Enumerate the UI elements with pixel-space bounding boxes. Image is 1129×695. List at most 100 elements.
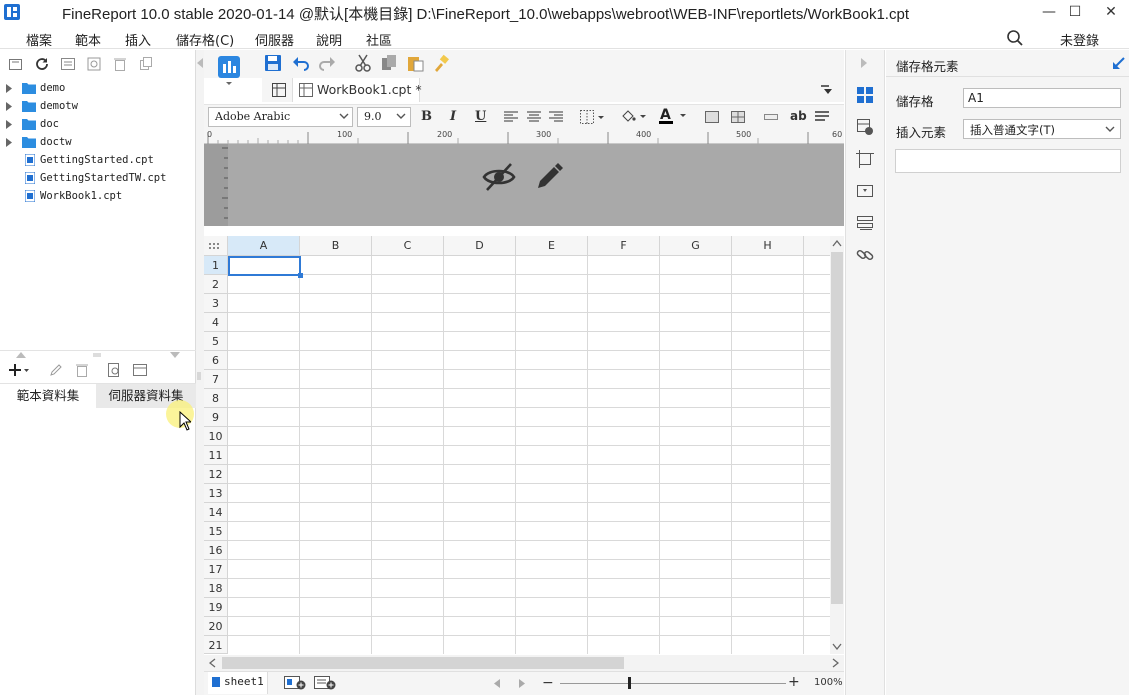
tab-template-dataset[interactable]: 範本資料集 xyxy=(0,384,96,408)
merge-icon[interactable] xyxy=(705,111,719,123)
column-header[interactable]: F xyxy=(588,236,660,256)
template-info-icon[interactable] xyxy=(60,56,78,72)
text-wrap-button[interactable]: ab xyxy=(790,109,807,123)
expand-arrow-icon[interactable] xyxy=(6,84,12,93)
row-header[interactable]: 13 xyxy=(204,484,228,503)
row-header[interactable]: 2 xyxy=(204,275,228,294)
sheet-tab[interactable]: sheet1 xyxy=(208,672,268,694)
collapse-left-icon[interactable] xyxy=(197,58,203,68)
expand-arrow-icon[interactable] xyxy=(6,138,12,147)
zoom-out-button[interactable]: − xyxy=(542,675,554,691)
undo-icon[interactable] xyxy=(292,54,310,72)
add-dashboard-sheet-icon[interactable] xyxy=(314,676,336,690)
vertical-scrollbar[interactable] xyxy=(830,236,844,654)
expand-arrow-icon[interactable] xyxy=(6,120,12,129)
report-type-icon[interactable] xyxy=(218,56,240,86)
menu-insert[interactable]: 插入 xyxy=(125,30,151,49)
vertical-scroll-thumb[interactable] xyxy=(831,252,843,604)
row-header[interactable]: 21 xyxy=(204,636,228,654)
menu-help[interactable]: 說明 xyxy=(316,30,342,49)
horizontal-scroll-thumb[interactable] xyxy=(222,657,624,669)
cell-address-input[interactable]: A1 xyxy=(963,88,1121,108)
edit-dataset-icon[interactable] xyxy=(48,362,64,378)
expand-arrow-icon[interactable] xyxy=(6,102,12,111)
row-header[interactable]: 17 xyxy=(204,560,228,579)
edit-pencil-icon[interactable] xyxy=(534,162,564,192)
column-header-partial[interactable] xyxy=(804,236,830,256)
refresh-icon[interactable] xyxy=(34,56,52,72)
tree-item-doctw[interactable]: doctw xyxy=(0,134,196,152)
format-painter-icon[interactable] xyxy=(432,54,450,72)
row-header[interactable]: 7 xyxy=(204,370,228,389)
row-header[interactable]: 5 xyxy=(204,332,228,351)
italic-button[interactable]: I xyxy=(450,109,456,124)
prev-sheet-icon[interactable] xyxy=(494,679,500,688)
unmerge-icon[interactable] xyxy=(731,111,745,123)
row-header[interactable]: 10 xyxy=(204,427,228,446)
tab-list-icon[interactable] xyxy=(820,83,834,97)
scroll-right-icon[interactable] xyxy=(832,658,839,668)
row-header[interactable]: 11 xyxy=(204,446,228,465)
tree-item-gettingstarted[interactable]: GettingStarted.cpt xyxy=(0,152,196,170)
row-header[interactable]: 9 xyxy=(204,408,228,427)
column-header[interactable]: D xyxy=(444,236,516,256)
fill-handle[interactable] xyxy=(298,273,303,278)
next-sheet-icon[interactable] xyxy=(519,679,525,688)
align-left-icon[interactable] xyxy=(504,111,518,123)
row-header[interactable]: 4 xyxy=(204,313,228,332)
maximize-button[interactable]: ☐ xyxy=(1060,0,1090,24)
more-align-icon[interactable] xyxy=(815,111,829,123)
strike-icon[interactable] xyxy=(764,112,778,122)
tree-item-demo[interactable]: demo xyxy=(0,80,196,98)
hyperlink-icon[interactable] xyxy=(856,246,874,264)
page-header-area[interactable] xyxy=(204,144,844,226)
zoom-slider-knob[interactable] xyxy=(628,677,631,689)
collapse-up-icon[interactable] xyxy=(16,352,26,358)
row-header[interactable]: 19 xyxy=(204,598,228,617)
underline-button[interactable]: U xyxy=(475,109,486,124)
add-report-sheet-icon[interactable] xyxy=(284,676,306,690)
column-header[interactable]: C xyxy=(372,236,444,256)
row-header[interactable]: 16 xyxy=(204,541,228,560)
cell-grid[interactable] xyxy=(228,256,830,654)
align-center-icon[interactable] xyxy=(527,111,541,123)
left-splitter[interactable] xyxy=(196,50,204,695)
panel-splitter[interactable] xyxy=(0,350,196,358)
bold-button[interactable]: B xyxy=(421,109,432,124)
menu-server[interactable]: 伺服器 xyxy=(255,30,294,49)
scroll-up-icon[interactable] xyxy=(832,240,842,247)
search-icon[interactable] xyxy=(1006,29,1024,47)
row-header[interactable]: 15 xyxy=(204,522,228,541)
scroll-down-icon[interactable] xyxy=(832,643,842,650)
sheet-grid-icon[interactable] xyxy=(271,82,287,98)
tree-item-gettingstartedtw[interactable]: GettingStartedTW.cpt xyxy=(0,170,196,188)
column-header[interactable]: H xyxy=(732,236,804,256)
close-button[interactable]: ✕ xyxy=(1096,0,1126,24)
menu-community[interactable]: 社區 xyxy=(366,30,392,49)
expand-right-icon[interactable] xyxy=(861,58,867,68)
preview-dataset-icon[interactable] xyxy=(106,362,122,378)
font-size-select[interactable]: 9.0 xyxy=(357,107,411,127)
row-header[interactable]: 18 xyxy=(204,579,228,598)
cell-content-input[interactable] xyxy=(895,149,1121,173)
copy-icon[interactable] xyxy=(380,54,398,72)
insert-element-select[interactable]: 插入普通文字(T) xyxy=(963,119,1121,139)
dataset-settings-icon[interactable] xyxy=(132,362,148,378)
collapse-down-icon[interactable] xyxy=(170,352,180,358)
row-header[interactable]: 3 xyxy=(204,294,228,313)
align-right-icon[interactable] xyxy=(549,111,563,123)
tree-item-doc[interactable]: doc xyxy=(0,116,196,134)
condition-attribute-icon[interactable] xyxy=(856,214,874,232)
delete-dataset-icon[interactable] xyxy=(74,362,90,378)
selected-cell-a1[interactable] xyxy=(228,256,303,278)
add-dataset-icon[interactable] xyxy=(8,362,30,378)
cell-element-icon[interactable] xyxy=(856,86,874,104)
select-all-corner[interactable] xyxy=(204,236,228,256)
float-element-icon[interactable] xyxy=(856,150,874,168)
font-color-icon[interactable]: A xyxy=(658,107,688,125)
row-header[interactable]: 8 xyxy=(204,389,228,408)
redo-icon[interactable] xyxy=(318,54,336,72)
menu-file[interactable]: 檔案 xyxy=(26,30,52,49)
cut-icon[interactable] xyxy=(354,54,372,72)
column-header[interactable]: B xyxy=(300,236,372,256)
